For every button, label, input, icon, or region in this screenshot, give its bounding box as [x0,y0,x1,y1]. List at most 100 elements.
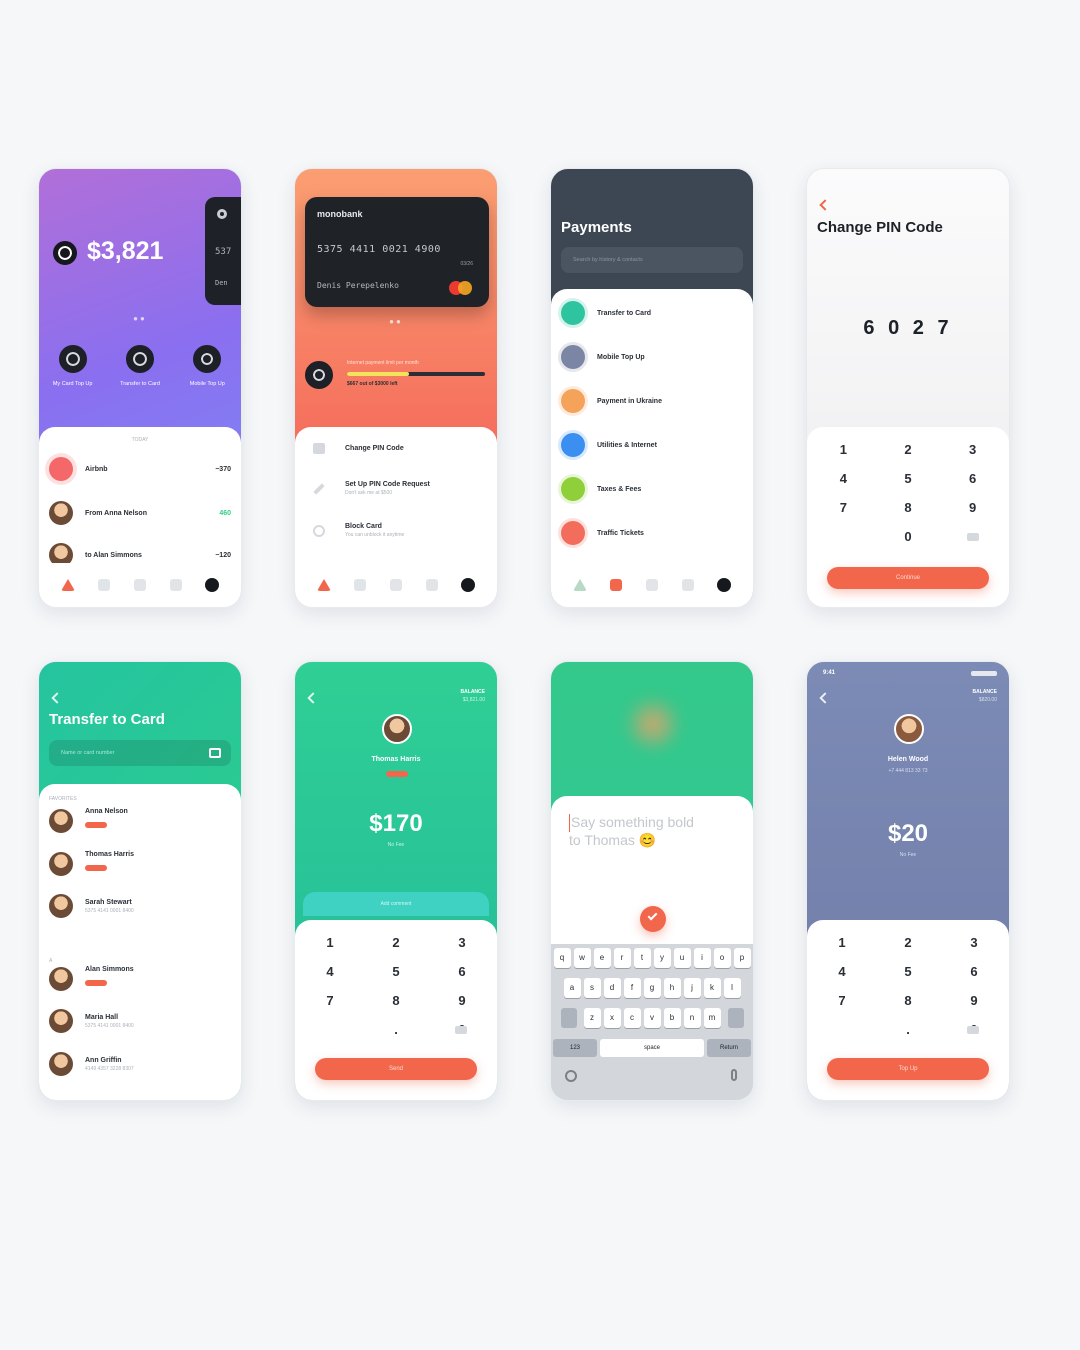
action-mobile-top-up[interactable]: Mobile Top Up [182,345,232,388]
transaction-row[interactable]: From Anna Nelson 460 [49,501,231,525]
keypad-key[interactable]: 2 [363,934,429,951]
recipient-search-input[interactable]: Name or card number [49,740,231,766]
keyboard-key[interactable]: w [573,948,591,968]
keypad-key[interactable]: 9 [940,499,1005,516]
keypad-key[interactable]: 8 [876,499,941,516]
key-123[interactable]: 123 [553,1039,597,1057]
keyboard-key[interactable]: z [583,1008,601,1028]
payment-option[interactable]: Utilities & Internet [561,433,743,457]
action-transfer-to-card[interactable]: Transfer to Card [115,345,165,388]
backspace-icon[interactable] [967,533,979,541]
send-button[interactable]: Send [315,1058,477,1080]
keypad-key[interactable] [811,528,876,545]
keypad-key[interactable]: 8 [363,992,429,1009]
keyboard-key[interactable]: n [683,1008,701,1028]
keyboard-key[interactable]: j [683,978,701,998]
keypad-key[interactable]: 5 [875,963,941,980]
keyboard-key[interactable]: l [723,978,741,998]
card-settings-icon[interactable] [217,209,227,219]
keyboard-key[interactable]: o [713,948,731,968]
backspace-icon[interactable] [455,1026,467,1034]
keypad-key[interactable]: 9 [429,992,495,1009]
payments-icon[interactable] [389,579,402,591]
confirm-check-icon[interactable] [640,906,666,932]
message-text[interactable]: Say something bold to Thomas 😊 [569,814,694,849]
shift-key-icon[interactable] [560,1008,577,1028]
back-arrow-icon[interactable] [819,199,831,211]
payments-icon[interactable] [133,579,146,591]
keypad-key[interactable]: 8 [875,992,941,1009]
payment-option[interactable]: Taxes & Fees [561,477,743,501]
keypad-key[interactable]: 7 [297,992,363,1009]
keyboard-key[interactable]: v [643,1008,661,1028]
keyboard-key[interactable]: b [663,1008,681,1028]
search-input[interactable]: Search by history & contacts [561,247,743,273]
keypad-key[interactable]: . [363,1021,429,1038]
keyboard-key[interactable]: e [593,948,611,968]
keyboard-key[interactable]: g [643,978,661,998]
back-arrow-icon[interactable] [51,692,63,704]
scan-icon[interactable] [209,748,221,758]
keyboard-key[interactable]: d [603,978,621,998]
keypad-key[interactable]: 7 [811,499,876,516]
keyboard-key[interactable]: a [563,978,581,998]
keyboard-key[interactable]: f [623,978,641,998]
payment-option[interactable]: Payment in Ukraine [561,389,743,413]
keypad-key[interactable]: 5 [363,963,429,980]
action-my-card-top-up[interactable]: My Card Top Up [48,345,98,388]
keyboard-key[interactable]: c [623,1008,641,1028]
keypad-key[interactable]: 0 [876,528,941,545]
back-arrow-icon[interactable] [819,692,831,704]
contact-row[interactable]: Anna Nelson [49,808,231,833]
bank-card[interactable]: monobank 5375 4411 0021 4900 03/26 Denis… [305,197,489,307]
bookmark-icon[interactable] [681,579,694,591]
payment-option[interactable]: Traffic Tickets [561,521,743,545]
setting-row[interactable]: Block Card You can unblock it anytime [305,523,487,538]
keypad-key[interactable] [809,1021,875,1038]
payment-option[interactable]: Mobile Top Up [561,345,743,369]
keypad-key[interactable]: 3 [429,934,495,951]
keypad-key[interactable]: 7 [809,992,875,1009]
contact-row[interactable]: Thomas Harris [49,851,231,876]
keypad-key[interactable]: 4 [809,963,875,980]
home-icon[interactable] [316,579,331,591]
keypad-key[interactable]: 1 [809,934,875,951]
comment-input[interactable]: Add comment [303,892,489,916]
setting-row[interactable]: Change PIN Code [305,443,487,454]
home-icon[interactable] [60,579,75,591]
keyboard-key[interactable]: y [653,948,671,968]
contact-row[interactable]: Alan Simmons [49,966,231,991]
keypad-key[interactable]: 3 [941,934,1007,951]
keypad-key[interactable]: 1 [811,441,876,458]
keypad-key[interactable]: 4 [297,963,363,980]
keypad-key[interactable]: 5 [876,470,941,487]
cards-icon[interactable] [354,579,367,591]
continue-button[interactable]: Continue [827,567,989,589]
contact-row[interactable]: Sarah Stewart 5375 4141 0001 8400 [49,894,231,918]
keypad-key[interactable]: 2 [876,441,941,458]
profile-icon[interactable] [717,578,732,592]
bookmark-icon[interactable] [169,579,182,591]
profile-icon[interactable] [461,578,476,592]
contact-row[interactable]: Ann Griffin 4149 4357 3228 8307 [49,1052,231,1076]
setting-row[interactable]: Set Up PIN Code Request Don't ask me at … [305,481,487,496]
back-arrow-icon[interactable] [307,692,319,704]
keyboard-key[interactable]: r [613,948,631,968]
keypad-key[interactable]: 2 [875,934,941,951]
keypad-key[interactable]: 9 [941,992,1007,1009]
keyboard-key[interactable]: p [733,948,751,968]
keyboard-key[interactable]: s [583,978,601,998]
transaction-row[interactable]: Airbnb −370 [49,457,231,481]
keypad-key[interactable]: . [875,1021,941,1038]
keyboard-key[interactable]: q [553,948,571,968]
home-icon[interactable] [572,579,587,591]
keypad-key[interactable]: 1 [297,934,363,951]
top-up-button[interactable]: Top Up [827,1058,989,1080]
key-return[interactable]: Return [707,1039,751,1057]
payment-option[interactable]: Transfer to Card [561,301,743,325]
microphone-icon[interactable] [731,1069,737,1081]
keyboard-key[interactable]: t [633,948,651,968]
emoji-icon[interactable] [565,1070,577,1082]
keyboard-key[interactable]: x [603,1008,621,1028]
keypad-key[interactable]: 6 [941,963,1007,980]
